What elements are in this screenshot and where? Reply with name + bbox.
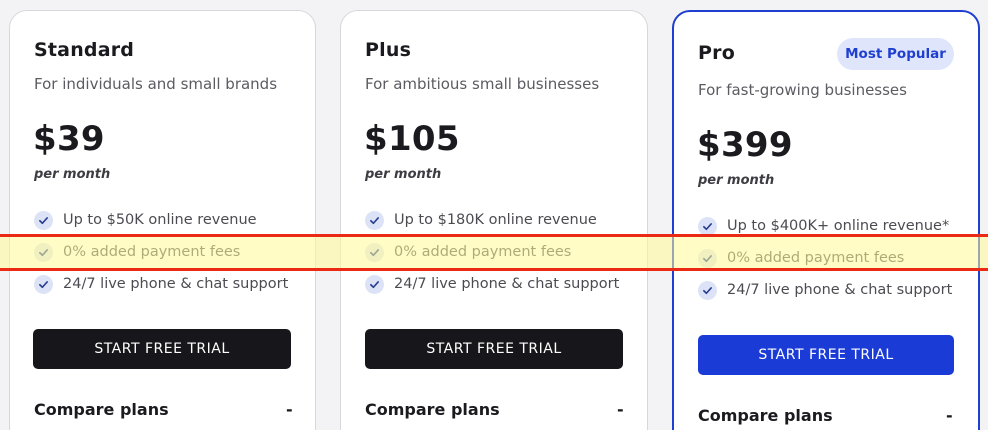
feature-item: 0% added payment fees (34, 236, 288, 268)
start-free-trial-button[interactable]: START FREE TRIAL (365, 329, 623, 369)
feature-item: 0% added payment fees (365, 236, 619, 268)
feature-text: 0% added payment fees (63, 244, 241, 260)
start-free-trial-button[interactable]: START FREE TRIAL (33, 329, 291, 369)
check-icon (365, 242, 384, 262)
feature-item: Up to $50K online revenue (34, 204, 288, 236)
check-icon (34, 210, 53, 230)
plan-description: For ambitious small businesses (365, 75, 600, 93)
plan-period: per month (365, 167, 442, 182)
collapse-icon[interactable]: - (617, 400, 624, 419)
feature-text: 24/7 live phone & chat support (63, 276, 289, 292)
feature-item: 24/7 live phone & chat support (34, 268, 288, 300)
feature-list: Up to $400K+ online revenue* 0% added pa… (698, 210, 952, 306)
feature-list: Up to $180K online revenue 0% added paym… (365, 204, 619, 300)
plan-description: For individuals and small brands (34, 75, 278, 93)
check-icon (34, 274, 53, 294)
plan-name: Pro (698, 42, 735, 64)
check-icon (698, 216, 717, 236)
compare-plans-toggle[interactable]: Compare plans (34, 400, 169, 419)
feature-item: 24/7 live phone & chat support (365, 268, 619, 300)
collapse-icon[interactable]: - (286, 400, 293, 419)
feature-text: 0% added payment fees (727, 250, 905, 266)
plan-name: Standard (34, 39, 135, 61)
feature-list: Up to $50K online revenue 0% added payme… (34, 204, 288, 300)
feature-text: Up to $50K online revenue (63, 212, 257, 228)
plan-card-pro: Pro Most Popular For fast-growing busine… (672, 10, 980, 430)
check-icon (34, 242, 53, 262)
feature-text: 24/7 live phone & chat support (394, 276, 620, 292)
plan-price: $105 (364, 119, 460, 159)
compare-plans-toggle[interactable]: Compare plans (365, 400, 500, 419)
most-popular-badge: Most Popular (837, 38, 954, 70)
feature-text: 24/7 live phone & chat support (727, 282, 953, 298)
pricing-page: Standard For individuals and small brand… (0, 0, 988, 430)
start-free-trial-button[interactable]: START FREE TRIAL (698, 335, 954, 375)
collapse-icon[interactable]: - (946, 406, 953, 425)
feature-item: 24/7 live phone & chat support (698, 274, 952, 306)
feature-item: Up to $180K online revenue (365, 204, 619, 236)
feature-item: 0% added payment fees (698, 242, 952, 274)
feature-text: 0% added payment fees (394, 244, 572, 260)
check-icon (365, 210, 384, 230)
check-icon (698, 280, 717, 300)
plan-description: For fast-growing businesses (698, 81, 907, 99)
compare-plans-toggle[interactable]: Compare plans (698, 406, 833, 425)
plan-period: per month (34, 167, 111, 182)
plan-price: $39 (33, 119, 105, 159)
feature-item: Up to $400K+ online revenue* (698, 210, 952, 242)
check-icon (698, 248, 717, 268)
check-icon (365, 274, 384, 294)
plan-card-plus: Plus For ambitious small businesses $105… (340, 10, 648, 430)
plan-period: per month (698, 173, 775, 188)
plan-name: Plus (365, 39, 412, 61)
feature-text: Up to $180K online revenue (394, 212, 597, 228)
plan-card-standard: Standard For individuals and small brand… (9, 10, 316, 430)
plan-price: $399 (697, 125, 793, 165)
feature-text: Up to $400K+ online revenue* (727, 218, 950, 234)
